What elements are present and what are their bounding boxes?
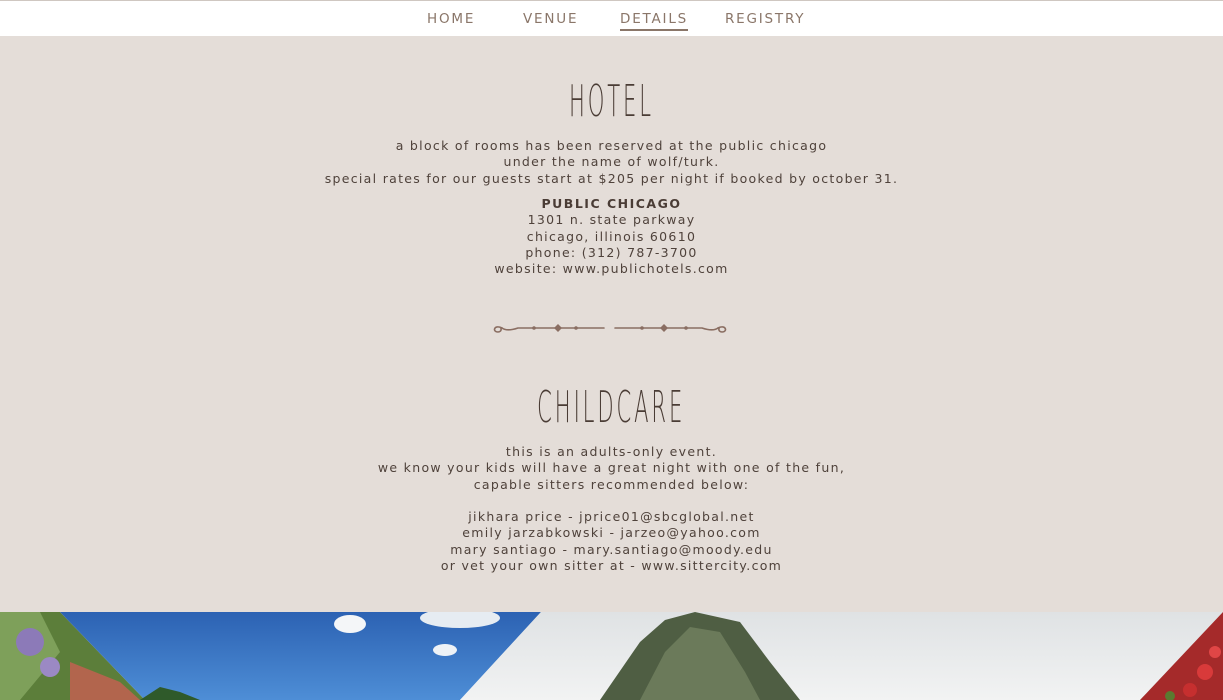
- hotel-website-link[interactable]: website: www.publichotels.com: [0, 261, 1223, 277]
- ornamental-flourish-icon: [493, 324, 727, 333]
- sitter-list: jikhara price - jprice01@sbcglobal.net e…: [0, 509, 1223, 574]
- top-nav-bar: HOME VENUE DETAILS REGISTRY: [0, 0, 1223, 36]
- sitter-list-item[interactable]: or vet your own sitter at - www.sitterci…: [0, 558, 1223, 574]
- nav-home-link[interactable]: HOME: [427, 10, 475, 28]
- hotel-intro-line: special rates for our guests start at $2…: [324, 170, 899, 186]
- sitter-list-item[interactable]: mary santiago - mary.santiago@moody.edu: [0, 542, 1223, 558]
- hotel-address-street: 1301 n. state parkway: [527, 212, 696, 228]
- childcare-heading: CHILDCARE: [537, 382, 686, 433]
- childcare-intro-line: this is an adults-only event.: [505, 444, 718, 459]
- nav-venue-link[interactable]: VENUE: [523, 10, 578, 28]
- hotel-name: PUBLIC CHICAGO: [541, 196, 682, 211]
- hotel-address-city: chicago, illinois 60610: [526, 228, 697, 244]
- childcare-intro-line: capable sitters recommended below:: [473, 476, 750, 492]
- sitter-list-item[interactable]: emily jarzabkowski - jarzeo@yahoo.com: [0, 525, 1223, 541]
- hotel-phone: phone: (312) 787-3700: [525, 244, 698, 260]
- hotel-heading: HOTEL: [569, 76, 654, 127]
- nav-registry-link[interactable]: REGISTRY: [725, 10, 805, 28]
- childcare-intro-line: we know your kids will have a great nigh…: [377, 460, 846, 476]
- sitter-list-item[interactable]: jikhara price - jprice01@sbcglobal.net: [0, 509, 1223, 525]
- photo-mountain: [460, 612, 1223, 700]
- main-nav: HOME VENUE DETAILS REGISTRY: [0, 10, 1223, 32]
- photo-collage-strip: [0, 612, 1223, 700]
- nav-details-link[interactable]: DETAILS: [620, 10, 689, 31]
- hotel-address-block: PUBLIC CHICAGO 1301 n. state parkway chi…: [0, 196, 1223, 277]
- hotel-intro: a block of rooms has been reserved at th…: [0, 138, 1223, 187]
- hotel-intro-line: a block of rooms has been reserved at th…: [395, 138, 828, 153]
- childcare-intro: this is an adults-only event. we know yo…: [0, 444, 1223, 493]
- hotel-intro-line: under the name of wolf/turk.: [503, 154, 720, 170]
